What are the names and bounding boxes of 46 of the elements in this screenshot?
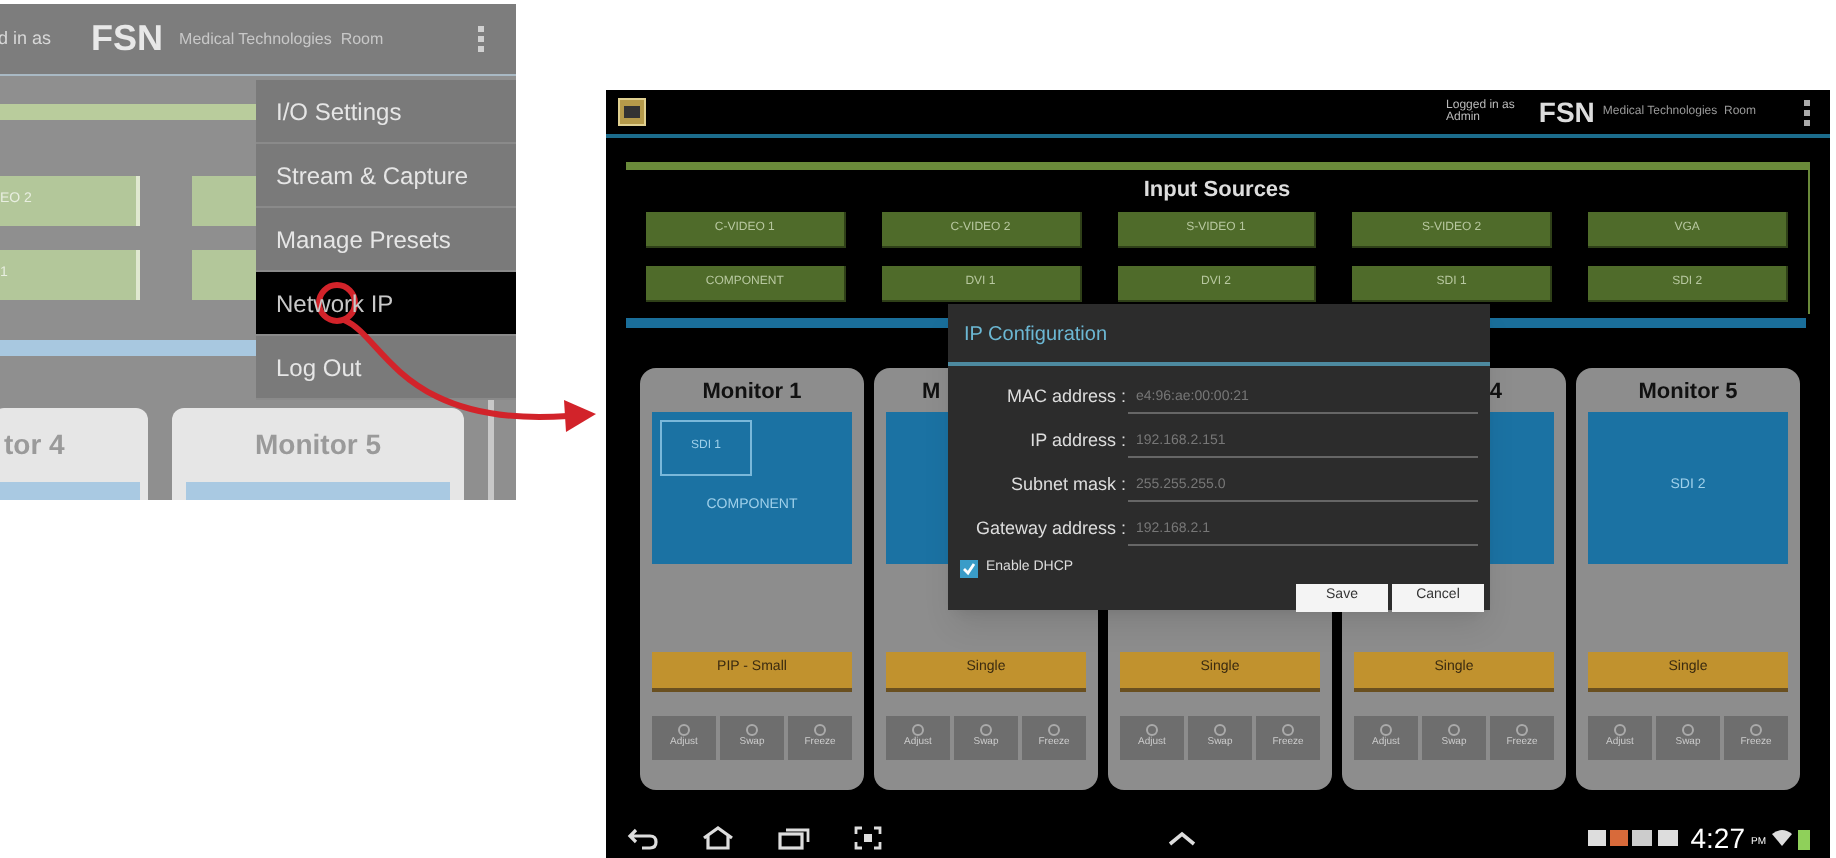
app-icon[interactable] xyxy=(618,98,646,126)
monitor-title: Monitor 5 xyxy=(255,426,381,464)
menu-item[interactable]: Stream & Capture xyxy=(256,144,516,208)
recent-apps-icon[interactable] xyxy=(778,826,810,850)
battery-icon[interactable] xyxy=(1798,827,1810,849)
up-caret-icon[interactable] xyxy=(1166,828,1198,848)
field-label: Gateway address : xyxy=(973,516,1128,543)
control-icon xyxy=(814,723,826,736)
monitor-title: Monitor 5 xyxy=(1638,377,1738,407)
control-icon xyxy=(1614,723,1626,736)
control-icon xyxy=(746,723,758,736)
control-icon xyxy=(1048,723,1060,736)
scrollbar xyxy=(488,394,494,500)
subtitle: Medical Technologies Room xyxy=(179,27,384,51)
control-icon xyxy=(1750,723,1762,736)
control-icon xyxy=(1214,723,1226,736)
control-icon xyxy=(1682,723,1694,736)
logo: FSN xyxy=(1538,93,1595,131)
home-icon[interactable] xyxy=(702,826,734,850)
monitor-title: Monitor 1 xyxy=(702,377,802,407)
monitor-title: 4 xyxy=(1489,377,1504,407)
monitor-title: tor 4 xyxy=(2,426,65,464)
control-icon xyxy=(1146,723,1158,736)
notification-icons[interactable] xyxy=(1588,828,1681,848)
dialog-title: IP Configuration xyxy=(948,304,1490,366)
screenshot-icon[interactable] xyxy=(854,826,882,850)
control-icon xyxy=(1516,723,1528,736)
menu-item[interactable]: Log Out xyxy=(256,336,516,400)
control-icon xyxy=(912,723,924,736)
menu-item[interactable]: I/O Settings xyxy=(256,80,516,144)
clock-time: 4:27 xyxy=(1690,819,1745,857)
control-icon xyxy=(1448,723,1460,736)
field-label: IP address : xyxy=(1028,428,1128,455)
field-label: MAC address : xyxy=(1004,384,1128,411)
back-icon[interactable] xyxy=(626,826,658,850)
menu-icon[interactable] xyxy=(1804,99,1810,125)
logo: FSN xyxy=(91,16,164,62)
control-icon xyxy=(1380,723,1392,736)
panel-title: Input Sources xyxy=(1143,176,1291,206)
field-label: Subnet mask : xyxy=(1008,472,1128,499)
control-icon xyxy=(678,723,690,736)
checkbox[interactable] xyxy=(960,559,978,578)
wifi-icon[interactable] xyxy=(1772,828,1792,848)
control-icon xyxy=(980,723,992,736)
control-icon xyxy=(1282,723,1294,736)
monitor-title: M xyxy=(920,377,941,407)
